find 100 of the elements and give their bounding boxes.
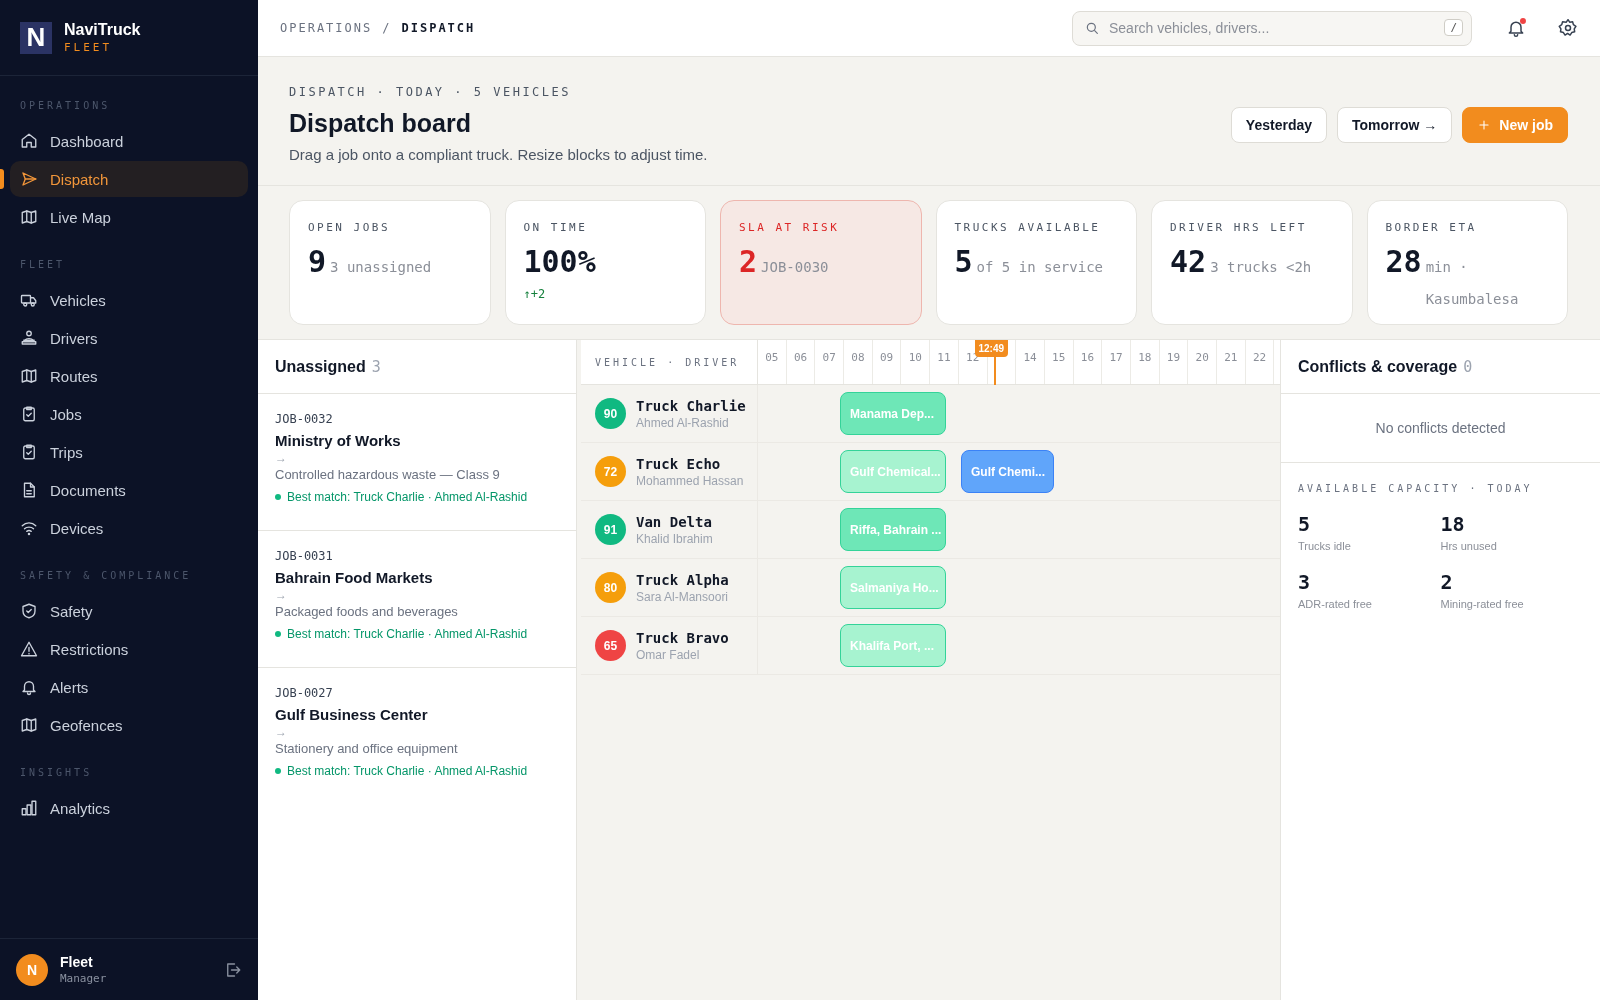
match-dot (275, 768, 281, 774)
day-button[interactable]: Tomorrow → (1337, 107, 1453, 143)
hour-label: 05 (758, 340, 787, 384)
sidebar-item[interactable]: Alerts (10, 669, 248, 705)
logout-icon[interactable] (224, 960, 242, 979)
capacity-value: 2 (1440, 570, 1454, 594)
score-badge: 72 (595, 456, 626, 487)
capacity-caption: Mining-rated free (1440, 598, 1525, 610)
hour-label: 09 (872, 340, 902, 384)
home-icon (20, 132, 38, 150)
sidebar-item[interactable]: Geofences (10, 707, 248, 743)
warning-icon (20, 640, 38, 658)
kpi-value: 9 (308, 244, 327, 279)
hour-label: 10 (901, 340, 931, 384)
match-dot (275, 494, 281, 500)
kpi-note: 3 unassigned (330, 258, 433, 277)
job-card[interactable]: JOB-0027 Gulf Business Center → Stationery and office equipment Best match: Truck Charlie · Ahmed Al-Rashid (258, 668, 576, 805)
sidebar-item[interactable]: Analytics (10, 790, 248, 826)
hour-label: 06 (786, 340, 816, 384)
sidebar-item[interactable]: Dashboard (10, 123, 248, 159)
section-label: INSIGHTS (19, 767, 94, 778)
driver-name: Sara Al-Mansoori (636, 589, 729, 604)
page-subtitle: Drag a job onto a compliant truck. Resize blocks to adjust time. (289, 146, 708, 163)
hour-label: 21 (1217, 340, 1246, 384)
route-arrow: → (275, 451, 288, 465)
sidebar-item[interactable]: Jobs (10, 396, 248, 432)
kpi-label: SLA AT RISK (739, 221, 841, 234)
hour-label: 22 (1245, 340, 1275, 384)
panel-count: 3 (371, 357, 381, 376)
hour-label: 16 (1073, 340, 1103, 384)
kpi-label: DRIVER HRS LEFT (1170, 221, 1308, 234)
kpi-note: of 5 in service (976, 258, 1104, 277)
shield-icon (20, 602, 38, 620)
sidebar-item[interactable]: Restrictions (10, 631, 248, 667)
clipboard-icon (20, 405, 38, 423)
job-cargo: Packaged foods and beverages (275, 604, 459, 619)
kpi-note: JOB-0030 (761, 258, 830, 277)
section-label: FLEET (19, 259, 67, 270)
empty-message: No conflicts detected (1281, 394, 1600, 463)
sidebar-item[interactable]: Safety (10, 593, 248, 629)
job-id: JOB-0032 (275, 412, 334, 426)
job-card[interactable]: JOB-0032 Ministry of Works → Controlled hazardous waste — Class 9 Best match: Truck Charlie · Ahmed Al-Rashid (258, 394, 576, 531)
user-role: Manager (60, 972, 107, 985)
settings-icon[interactable] (1558, 18, 1578, 38)
sidebar-item[interactable]: Vehicles (10, 282, 248, 318)
driver-name: Omar Fadel (636, 647, 701, 662)
kpi-label: TRUCKS AVAILABLE (954, 221, 1102, 234)
column-header: VEHICLE · DRIVER (581, 340, 758, 384)
kpi-label: OPEN JOBS (308, 221, 392, 234)
kpi-value: 42 (1170, 244, 1207, 279)
sidebar-item[interactable]: Routes (10, 358, 248, 394)
map-icon (20, 716, 38, 734)
kpi-label: ON TIME (523, 221, 589, 234)
kpi-value: 2 (739, 244, 758, 279)
sidebar-item[interactable]: Devices (10, 510, 248, 546)
breadcrumb-item[interactable]: DISPATCH (401, 21, 476, 35)
kpi-value: 28 (1385, 244, 1422, 279)
sidebar-item[interactable]: Drivers (10, 320, 248, 356)
driver-name: Ahmed Al-Rashid (636, 415, 730, 430)
driver-name: Khalid Ibrahim (636, 531, 713, 546)
best-match-text: Best match: Truck Charlie · Ahmed Al-Rashid (287, 764, 528, 778)
map-icon (20, 208, 38, 226)
logo: N (20, 21, 52, 54)
job-cargo: Stationery and office equipment (275, 741, 459, 756)
hour-label: 19 (1159, 340, 1189, 384)
hour-label: 15 (1044, 340, 1074, 384)
job-id: JOB-0031 (275, 549, 334, 563)
sidebar-item[interactable]: Trips (10, 434, 248, 470)
capacity-caption: Hrs unused (1440, 540, 1498, 552)
kpi-note: 3 trucks <2h (1210, 258, 1313, 277)
job-id: JOB-0027 (275, 686, 334, 700)
section-label: SAFETY & COMPLIANCE (19, 570, 193, 581)
page-title: Dispatch board (289, 109, 472, 138)
user-name: Fleet (60, 954, 94, 970)
day-button[interactable]: Yesterday (1230, 107, 1328, 143)
page-eyebrow: DISPATCH · TODAY · 5 VEHICLES (289, 85, 572, 99)
brand-subtitle: FLEET (64, 41, 114, 54)
chart-icon (20, 799, 38, 817)
job-card[interactable]: JOB-0031 Bahrain Food Markets → Packaged foods and beverages Best match: Truck Charlie · Ahmed Al-Rashid (258, 531, 576, 668)
sidebar-item[interactable]: Documents (10, 472, 248, 508)
vehicle-name: Van Delta (636, 513, 713, 530)
hour-label: 18 (1130, 340, 1160, 384)
driver-name: Mohammed Hassan (636, 473, 744, 488)
breadcrumb-item[interactable]: OPERATIONS (280, 21, 373, 35)
kpi-value: 100% (523, 244, 596, 279)
best-match-text: Best match: Truck Charlie · Ahmed Al-Rashid (287, 490, 528, 504)
hour-label: 11 (930, 340, 959, 384)
panel-count: 0 (1463, 357, 1473, 376)
hour-label: 14 (1016, 340, 1045, 384)
sidebar-item[interactable]: Live Map (10, 199, 248, 235)
route-arrow: → (275, 588, 288, 602)
capacity-label: AVAILABLE CAPACITY · TODAY (1298, 483, 1534, 494)
kpi-note: min · Kasumbalesa (1425, 258, 1520, 309)
job-cargo: Controlled hazardous waste — Class 9 (275, 467, 501, 482)
score-badge: 91 (595, 514, 626, 545)
map-icon (20, 367, 38, 385)
vehicle-name: Truck Alpha (636, 571, 729, 588)
breadcrumb-separator: / (382, 21, 392, 35)
send-icon (20, 170, 38, 188)
wifi-icon (20, 519, 38, 537)
